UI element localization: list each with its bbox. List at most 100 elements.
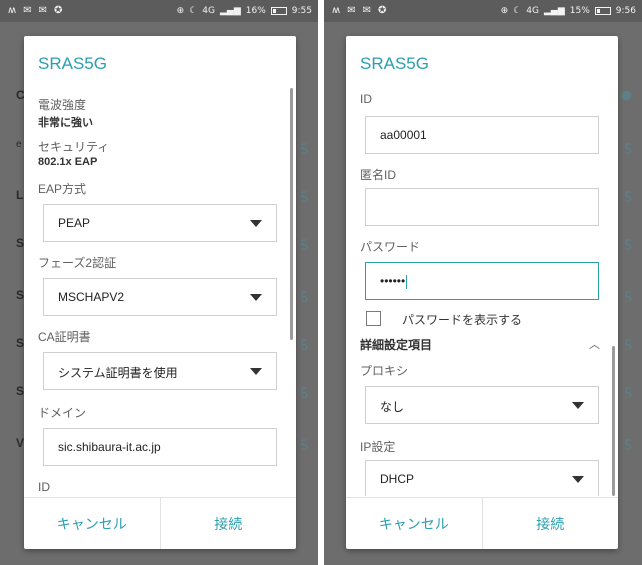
id-label: ID [38, 480, 50, 494]
wifi-lock-icon: ƽ [300, 384, 308, 399]
scrollbar[interactable] [290, 88, 293, 340]
dropdown-arrow-icon [572, 476, 584, 483]
mail-icon: ✉ [38, 5, 47, 16]
network-type: 4G [526, 6, 539, 16]
list-item-letter: S [16, 236, 25, 250]
phone-screen-right: ʍ ✉ ✉ ✪ ⊕ ☾ 4G ▂▄▆ 15% 9:56 ● ƽ ƽ ƽ ƽ ƽ … [324, 0, 642, 565]
dialog-title: SRAS5G [38, 54, 107, 73]
battery-icon [270, 7, 287, 15]
wifi-lock-icon: ƽ [624, 288, 632, 303]
dialog-actions: キャンセル 接続 [346, 497, 618, 549]
wifi-lock-icon: ƽ [624, 336, 632, 351]
battery-percent: 15% [569, 6, 590, 16]
signal-icon: ▂▄▆ [544, 6, 565, 16]
list-item-letter: e [16, 139, 22, 150]
network-type: 4G [202, 6, 215, 16]
wifi-lock-icon: ƽ [300, 288, 308, 303]
domain-value: sic.shibaura-it.ac.jp [58, 440, 161, 454]
cancel-button[interactable]: キャンセル [346, 498, 482, 549]
notification-icon: ✪ [53, 5, 63, 16]
wifi-config-dialog: SRAS5G ID aa00001 匿名ID パスワード •••••• パスワー… [346, 36, 618, 549]
dialog-actions: キャンセル 接続 [24, 497, 296, 549]
list-item-letter: S [16, 336, 25, 350]
data-saver-icon: ⊕ [500, 6, 509, 16]
status-bar: ʍ ✉ ✉ ✪ ⊕ ☾ 4G ▂▄▆ 15% 9:56 [324, 0, 642, 22]
dialog-title: SRAS5G [360, 54, 429, 73]
wifi-lock-icon: ƽ [624, 188, 632, 203]
id-label: ID [360, 92, 372, 106]
password-input[interactable]: •••••• [365, 262, 599, 300]
show-password-checkbox[interactable] [366, 311, 381, 326]
toggle-icon: ● [620, 88, 632, 103]
wifi-lock-icon: ƽ [624, 436, 632, 451]
mail-icon: ✉ [23, 5, 32, 16]
phase2-auth-value: MSCHAPV2 [58, 290, 125, 304]
dropdown-arrow-icon [250, 220, 262, 227]
anonymous-id-label: 匿名ID [360, 168, 397, 182]
eap-method-dropdown[interactable]: PEAP [43, 204, 277, 242]
signal-strength-label: 電波強度 [38, 98, 87, 112]
advanced-settings-toggle[interactable]: 詳細設定項目 [360, 336, 432, 353]
wifi-lock-icon: ƽ [300, 236, 308, 251]
proxy-label: プロキシ [360, 364, 409, 378]
security-value: 802.1x EAP [38, 156, 98, 168]
chevron-up-icon[interactable]: ︿ [589, 336, 600, 352]
signal-icon: ▂▄▆ [220, 6, 241, 16]
clock: 9:56 [615, 6, 636, 16]
anonymous-id-input[interactable] [365, 188, 599, 226]
dropdown-arrow-icon [250, 368, 262, 375]
signal-strength-value: 非常に強い [38, 117, 93, 129]
security-label: セキュリティ [38, 140, 110, 154]
list-item-letter: L [16, 188, 24, 202]
ip-settings-label: IP設定 [360, 440, 396, 454]
domain-input[interactable]: sic.shibaura-it.ac.jp [43, 428, 277, 466]
wifi-lock-icon: ƽ [300, 140, 308, 155]
dialog-scroll-area[interactable]: ID aa00001 匿名ID パスワード •••••• パスワードを表示する … [346, 88, 618, 496]
do-not-disturb-icon: ☾ [189, 6, 198, 16]
cancel-button[interactable]: キャンセル [24, 498, 160, 549]
m-app-icon: ʍ [8, 5, 17, 16]
proxy-value: なし [380, 400, 405, 414]
wifi-config-dialog: SRAS5G 電波強度 非常に強い セキュリティ 802.1x EAP EAP方… [24, 36, 296, 549]
dialog-scroll-area[interactable]: 電波強度 非常に強い セキュリティ 802.1x EAP EAP方式 PEAP … [24, 88, 296, 496]
proxy-dropdown[interactable]: なし [365, 386, 599, 424]
mail-icon: ✉ [347, 5, 356, 16]
password-value: •••••• [380, 274, 406, 288]
list-item-letter: V [16, 436, 25, 450]
status-bar: ʍ ✉ ✉ ✪ ⊕ ☾ 4G ▂▄▆ 16% 9:55 [0, 0, 318, 22]
text-cursor [406, 274, 408, 289]
wifi-lock-icon: ƽ [300, 336, 308, 351]
password-label: パスワード [360, 240, 421, 254]
wifi-lock-icon: ƽ [624, 384, 632, 399]
dropdown-arrow-icon [572, 402, 584, 409]
wifi-lock-icon: ƽ [300, 188, 308, 203]
dropdown-arrow-icon [250, 294, 262, 301]
battery-icon [594, 7, 611, 15]
show-password-label: パスワードを表示する [402, 313, 523, 327]
ip-settings-value: DHCP [380, 472, 415, 486]
ca-cert-label: CA証明書 [38, 330, 91, 344]
wifi-lock-icon: ƽ [624, 236, 632, 251]
domain-label: ドメイン [38, 406, 87, 420]
connect-button[interactable]: 接続 [481, 498, 619, 549]
phone-screen-left: ʍ ✉ ✉ ✪ ⊕ ☾ 4G ▂▄▆ 16% 9:55 C e L S S S … [0, 0, 318, 565]
list-item-letter: S [16, 288, 25, 302]
phase2-auth-label: フェーズ2認証 [38, 256, 117, 270]
do-not-disturb-icon: ☾ [513, 6, 522, 16]
id-input[interactable]: aa00001 [365, 116, 599, 154]
ca-cert-value: システム証明書を使用 [58, 366, 178, 380]
m-app-icon: ʍ [332, 5, 341, 16]
battery-percent: 16% [245, 6, 266, 16]
eap-method-label: EAP方式 [38, 182, 87, 196]
ip-settings-dropdown[interactable]: DHCP [365, 460, 599, 496]
connect-button[interactable]: 接続 [159, 498, 297, 549]
mail-icon: ✉ [362, 5, 371, 16]
phase2-auth-dropdown[interactable]: MSCHAPV2 [43, 278, 277, 316]
clock: 9:55 [291, 6, 312, 16]
scrollbar[interactable] [612, 346, 615, 496]
ca-cert-dropdown[interactable]: システム証明書を使用 [43, 352, 277, 390]
list-item-letter: S [16, 384, 25, 398]
eap-method-value: PEAP [58, 216, 91, 230]
data-saver-icon: ⊕ [176, 6, 185, 16]
notification-icon: ✪ [377, 5, 387, 16]
